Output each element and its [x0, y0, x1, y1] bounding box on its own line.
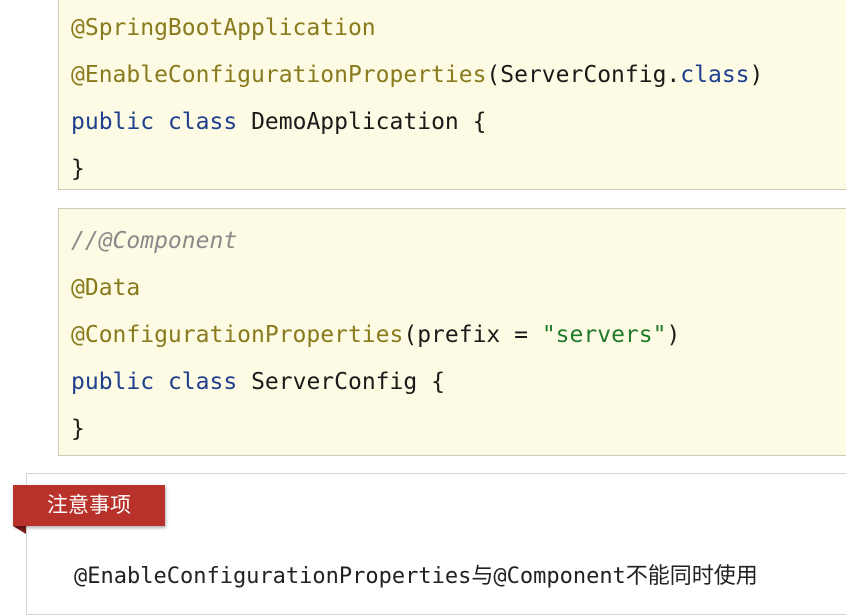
- code-line: public class DemoApplication {: [71, 107, 486, 137]
- code-block-server-config: //@Component @Data @ConfigurationPropert…: [58, 208, 846, 456]
- keyword-text: class: [167, 109, 238, 135]
- annotation-text: @Data: [71, 275, 141, 301]
- notice-text: @EnableConfigurationProperties与@Componen…: [74, 564, 758, 589]
- string-text: "servers": [541, 322, 667, 348]
- code-text: ): [749, 62, 764, 88]
- comment-text: //@Component: [71, 228, 238, 254]
- code-text: }: [71, 416, 85, 442]
- keyword-text: class: [167, 369, 238, 395]
- keyword-text: public: [71, 369, 155, 395]
- code-line: @ConfigurationProperties(prefix = "serve…: [71, 320, 680, 350]
- code-line: public class ServerConfig {: [71, 367, 445, 397]
- annotation-text: @ConfigurationProperties: [71, 322, 404, 348]
- code-line: @Data: [71, 273, 140, 303]
- class-name-text: DemoApplication {: [251, 109, 487, 135]
- keyword-text: class: [680, 62, 750, 88]
- code-text: }: [71, 156, 85, 182]
- code-line: //@Component: [71, 226, 237, 256]
- code-line: }: [71, 154, 85, 184]
- annotation-text: @EnableConfigurationProperties: [71, 62, 487, 88]
- annotation-text: @SpringBootApplication: [71, 15, 376, 41]
- code-line: }: [71, 414, 85, 444]
- class-name-text: ServerConfig {: [251, 369, 445, 395]
- notice-tag: 注意事项: [13, 485, 165, 526]
- code-line: @EnableConfigurationProperties(ServerCon…: [71, 60, 763, 90]
- code-text: (ServerConfig.: [486, 62, 681, 88]
- keyword-text: public: [71, 109, 155, 135]
- code-text: ): [666, 322, 681, 348]
- code-line: @SpringBootApplication: [71, 13, 376, 43]
- notice-tag-fold: [13, 526, 26, 534]
- code-text: (prefix =: [403, 322, 542, 348]
- code-block-demo-application: @SpringBootApplication @EnableConfigurat…: [58, 0, 846, 190]
